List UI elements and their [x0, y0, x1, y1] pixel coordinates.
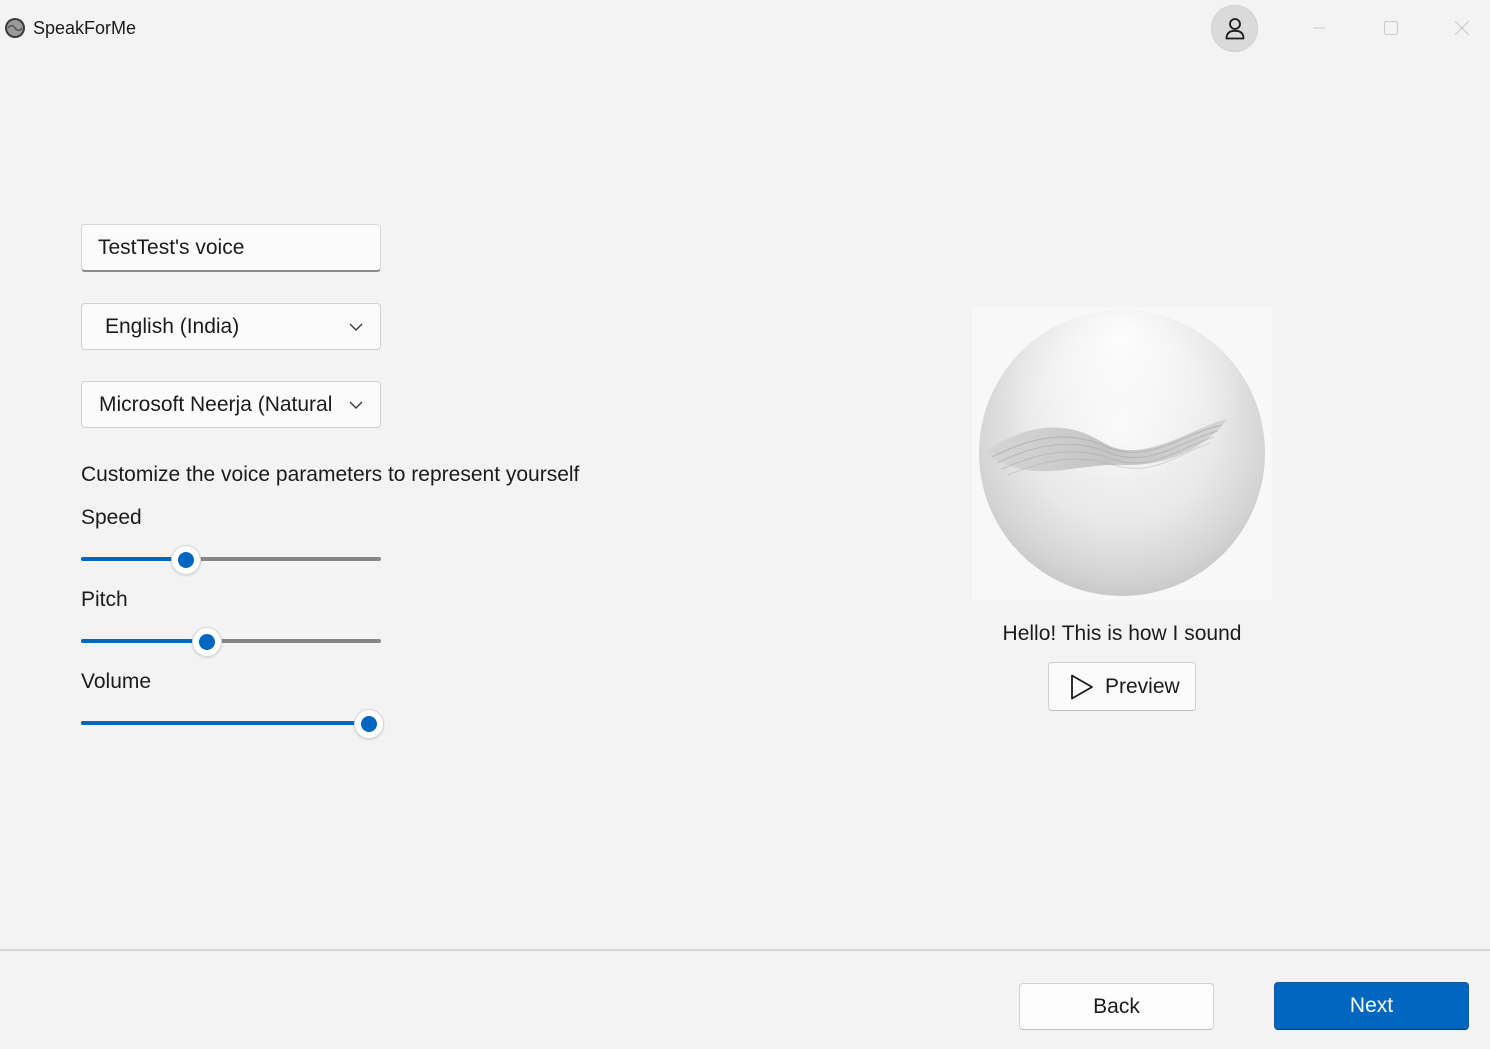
voice-orb-image	[979, 310, 1265, 596]
voice-dropdown[interactable]: Microsoft Neerja (Natural	[81, 381, 381, 428]
volume-slider[interactable]	[81, 709, 384, 739]
slider-fill	[81, 639, 207, 643]
voice-name-value: TestTest's voice	[98, 236, 245, 259]
close-button[interactable]	[1427, 0, 1490, 56]
profile-button[interactable]	[1211, 5, 1258, 52]
voice-name-input[interactable]: TestTest's voice	[81, 224, 381, 272]
pitch-slider[interactable]	[81, 627, 381, 657]
title-bar: SpeakForMe	[0, 0, 1490, 56]
language-selected-value: English (India)	[105, 315, 240, 338]
close-icon	[1454, 20, 1470, 36]
back-button[interactable]: Back	[1019, 983, 1214, 1030]
language-dropdown[interactable]: English (India)	[81, 303, 381, 350]
voice-avatar	[972, 307, 1272, 600]
preview-button-label: Preview	[1105, 674, 1180, 698]
chevron-down-icon	[349, 323, 363, 331]
slider-fill	[81, 721, 369, 725]
footer-bar	[0, 951, 1490, 1049]
slider-thumb[interactable]	[354, 709, 384, 739]
next-button[interactable]: Next	[1274, 982, 1469, 1030]
customize-heading: Customize the voice parameters to repres…	[81, 463, 580, 486]
minimize-button[interactable]	[1284, 0, 1354, 56]
preview-button[interactable]: Preview	[1048, 662, 1196, 711]
person-icon	[1225, 17, 1244, 39]
slider-thumb[interactable]	[171, 545, 201, 575]
app-window: SpeakForMe TestTest's voice English (Ind…	[0, 0, 1490, 1049]
speed-slider[interactable]	[81, 545, 381, 575]
app-logo-icon	[5, 18, 25, 38]
maximize-button[interactable]	[1356, 0, 1426, 56]
pitch-label: Pitch	[81, 588, 128, 611]
preview-caption: Hello! This is how I sound	[1002, 622, 1242, 645]
app-title: SpeakForMe	[33, 18, 137, 38]
maximize-icon	[1384, 21, 1398, 35]
speed-label: Speed	[81, 506, 142, 529]
play-icon	[1071, 674, 1093, 699]
slider-thumb[interactable]	[192, 627, 222, 657]
minimize-icon	[1313, 27, 1325, 29]
chevron-down-icon	[349, 401, 363, 409]
voice-selected-value: Microsoft Neerja (Natural	[99, 393, 333, 416]
volume-label: Volume	[81, 670, 152, 693]
